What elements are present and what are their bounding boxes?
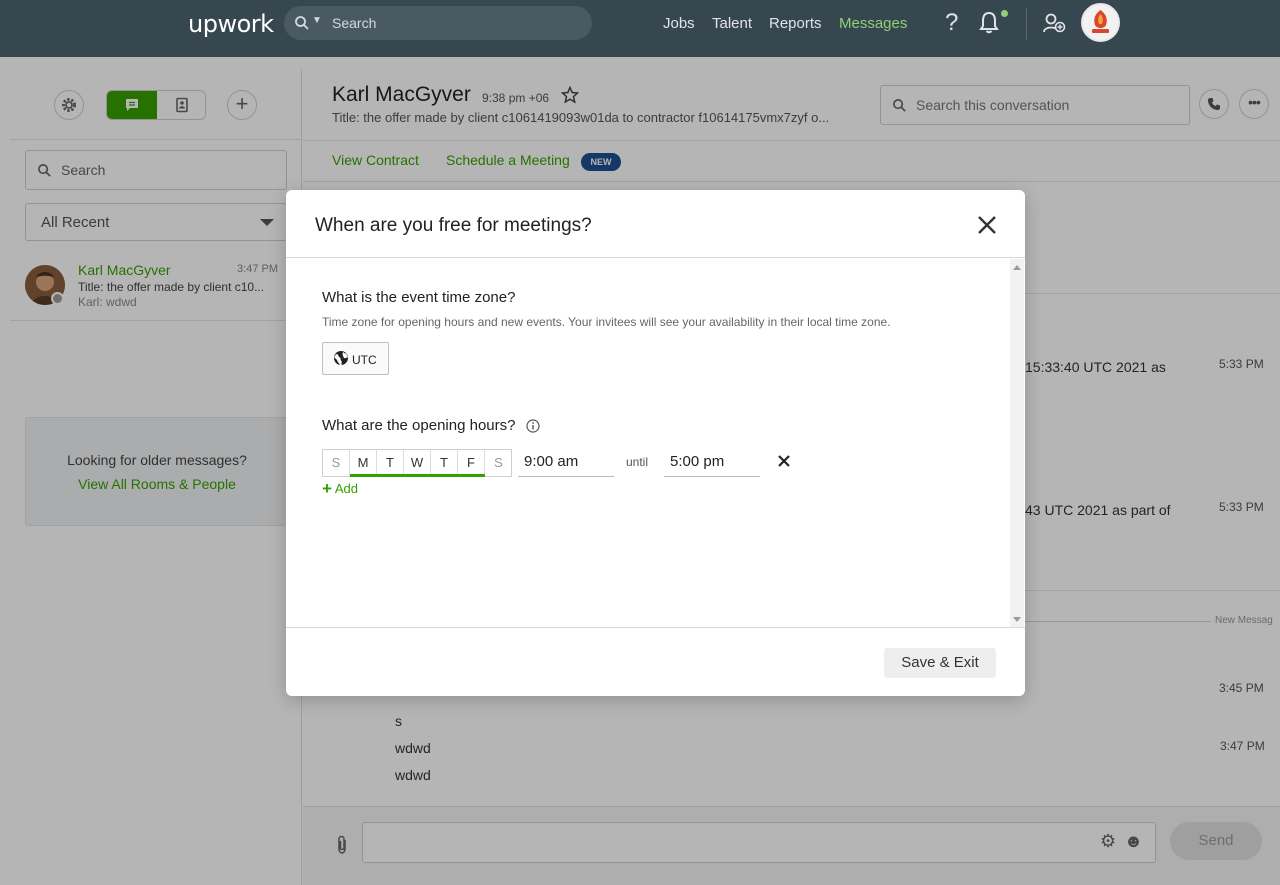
- help-icon[interactable]: ?: [945, 9, 958, 37]
- modal-footer: Save & Exit: [286, 627, 1025, 696]
- notification-dot: [1001, 10, 1008, 17]
- end-time-value: 5:00 pm: [670, 453, 725, 470]
- add-hours-button[interactable]: + Add: [322, 479, 358, 499]
- upwork-logo[interactable]: upwork: [188, 10, 274, 38]
- timezone-question: What is the event time zone?: [322, 289, 516, 306]
- end-time-input[interactable]: 5:00 pm: [664, 449, 760, 477]
- timezone-value: UTC: [352, 353, 377, 367]
- modal-title: When are you free for meetings?: [315, 215, 592, 236]
- team-add-icon[interactable]: [1042, 12, 1066, 34]
- modal-scrollbar[interactable]: [1010, 259, 1024, 628]
- info-icon[interactable]: [526, 419, 540, 433]
- day-toggle-saturday[interactable]: S: [485, 450, 512, 476]
- nav-link-reports[interactable]: Reports: [769, 15, 822, 32]
- nav-link-jobs[interactable]: Jobs: [663, 15, 695, 32]
- start-time-input[interactable]: 9:00 am: [518, 449, 614, 477]
- availability-modal: When are you free for meetings? What is …: [286, 190, 1025, 696]
- user-avatar[interactable]: [1081, 3, 1120, 42]
- close-icon[interactable]: [976, 214, 998, 236]
- top-nav: upwork ▼ Search Jobs Talent Reports Mess…: [0, 0, 1280, 57]
- weekday-picker: S M T W T F S: [322, 449, 512, 477]
- modal-body: What is the event time zone? Time zone f…: [286, 259, 1025, 628]
- until-label: until: [626, 455, 649, 469]
- notifications-bell-icon[interactable]: [978, 10, 1000, 34]
- opening-hours-question: What are the opening hours?: [322, 417, 516, 434]
- nav-link-talent[interactable]: Talent: [712, 15, 752, 32]
- add-hours-label: Add: [334, 481, 358, 496]
- scroll-down-icon[interactable]: [1013, 617, 1021, 622]
- modal-header: When are you free for meetings?: [286, 190, 1025, 258]
- avatar-logo-icon: [1092, 10, 1109, 33]
- save-exit-button[interactable]: Save & Exit: [884, 648, 996, 678]
- global-search-placeholder: Search: [332, 15, 377, 31]
- globe-icon: [334, 351, 348, 365]
- day-toggle-sunday[interactable]: S: [323, 450, 350, 476]
- global-search[interactable]: ▼ Search: [284, 6, 592, 40]
- scroll-up-icon[interactable]: [1013, 265, 1021, 270]
- nav-link-messages[interactable]: Messages: [839, 15, 907, 32]
- day-toggle-tuesday[interactable]: T: [377, 450, 404, 477]
- timezone-button[interactable]: UTC: [322, 342, 389, 375]
- day-toggle-wednesday[interactable]: W: [404, 450, 431, 477]
- timezone-hint: Time zone for opening hours and new even…: [322, 315, 891, 329]
- search-icon: [295, 16, 309, 30]
- day-toggle-monday[interactable]: M: [350, 450, 377, 477]
- plus-icon: +: [322, 479, 332, 498]
- day-toggle-thursday[interactable]: T: [431, 450, 458, 477]
- remove-hours-icon[interactable]: [777, 454, 791, 468]
- start-time-value: 9:00 am: [524, 453, 579, 470]
- day-toggle-friday[interactable]: F: [458, 450, 485, 477]
- search-type-caret-icon[interactable]: ▼: [312, 15, 322, 26]
- nav-divider: [1026, 8, 1027, 40]
